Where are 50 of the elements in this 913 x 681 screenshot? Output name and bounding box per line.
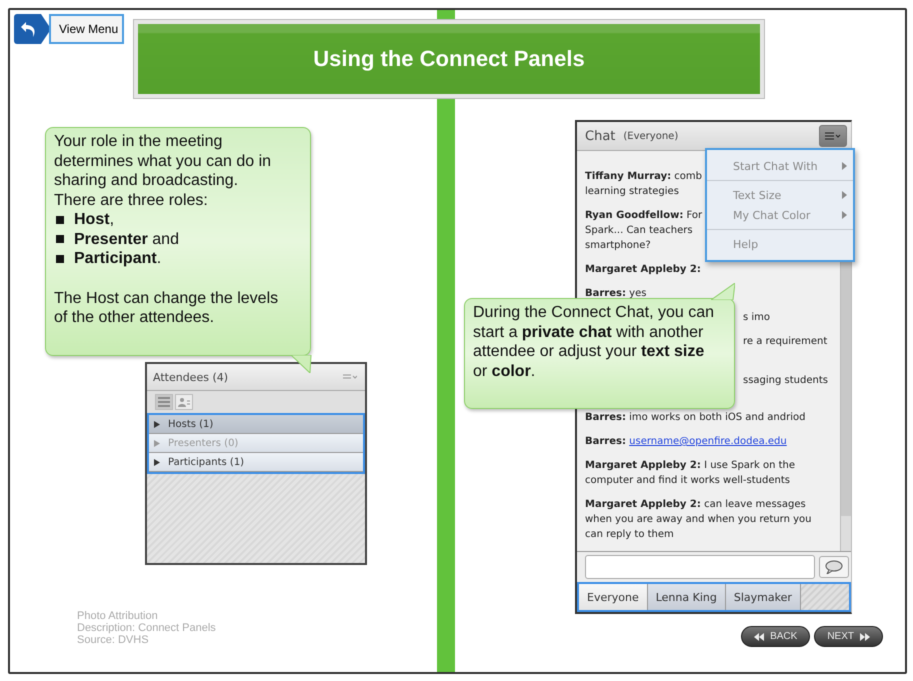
send-button[interactable] xyxy=(819,556,849,578)
menu-icon xyxy=(825,132,841,140)
back-button[interactable]: BACK xyxy=(741,626,810,647)
callout-text: There are three roles: xyxy=(54,190,209,210)
callout-text: During the Connect Chat, you can start a private chat with another attendee or adjust your text size or color. xyxy=(473,304,714,380)
chat-tab[interactable]: Slaymaker xyxy=(726,584,801,610)
bullet-text: Participant. xyxy=(74,249,162,268)
chat-message: ssaging students xyxy=(743,374,828,388)
person-view-button[interactable] xyxy=(175,394,193,410)
chat-message: Tiffany Murray: comb learning strategies xyxy=(585,170,702,199)
view-menu-button[interactable]: View Menu xyxy=(49,14,124,44)
bullet-text: Host, xyxy=(74,210,114,230)
bullet-text: Presenter and xyxy=(74,230,179,249)
caret-icon xyxy=(154,440,160,446)
slide-title: Using the Connect Panels xyxy=(313,46,585,72)
bullet-icon xyxy=(56,216,64,224)
caret-icon xyxy=(154,420,160,428)
attendee-group[interactable]: Participants (1) xyxy=(149,453,363,472)
chat-tab[interactable]: Lenna King xyxy=(648,584,726,610)
chat-tab[interactable]: Everyone xyxy=(579,584,648,610)
speech-bubble-icon xyxy=(825,560,843,574)
bullet-icon xyxy=(56,235,64,244)
panel-title: Chat xyxy=(585,128,616,144)
list-view-button[interactable] xyxy=(155,394,173,410)
bullet-icon xyxy=(56,254,64,263)
attendee-group[interactable]: Hosts (1) xyxy=(149,415,363,434)
attribution-text: Photo Attribution xyxy=(77,610,159,622)
callout-text: Your role in the meeting determines what you can do in sharing and broadcasting. xyxy=(54,132,272,190)
menu-icon[interactable] xyxy=(343,374,357,380)
chat-message: Margaret Appleby 2: xyxy=(585,263,701,277)
menu-button[interactable] xyxy=(819,125,847,147)
message-input[interactable] xyxy=(585,555,815,579)
caret-icon xyxy=(154,458,160,466)
chat-message: Barres: imo works on both iOS and andriod xyxy=(585,411,806,425)
chat-message: s imo xyxy=(743,311,770,325)
sender-name: Barres: xyxy=(585,436,626,447)
fast-forward-icon xyxy=(860,632,870,640)
callout-text: The Host can change the levels of the other attendees. xyxy=(54,288,280,328)
panel-title: Attendees (4) xyxy=(153,370,228,384)
next-button[interactable]: NEXT xyxy=(814,626,883,647)
chat-message: Margaret Appleby 2: I use Spark on the computer and find it works well-students xyxy=(585,459,796,488)
chat-scope: (Everyone) xyxy=(623,130,680,142)
chat-message: Barres: yes xyxy=(585,287,646,301)
attribution-text: Description: Connect Panels xyxy=(77,622,217,634)
rewind-icon xyxy=(754,632,764,640)
chat-message: Margaret Appleby 2: can leave messages when you are away and when you return you can reply to them xyxy=(585,498,812,542)
attribution-text: Source: DVHS xyxy=(77,634,150,646)
email-link[interactable]: username@openfire.dodea.edu xyxy=(629,436,787,447)
chat-message: re a requirement xyxy=(743,335,828,349)
chat-message: Ryan Goodfellow: For Spark... Can teachers smartphone? xyxy=(585,209,702,253)
